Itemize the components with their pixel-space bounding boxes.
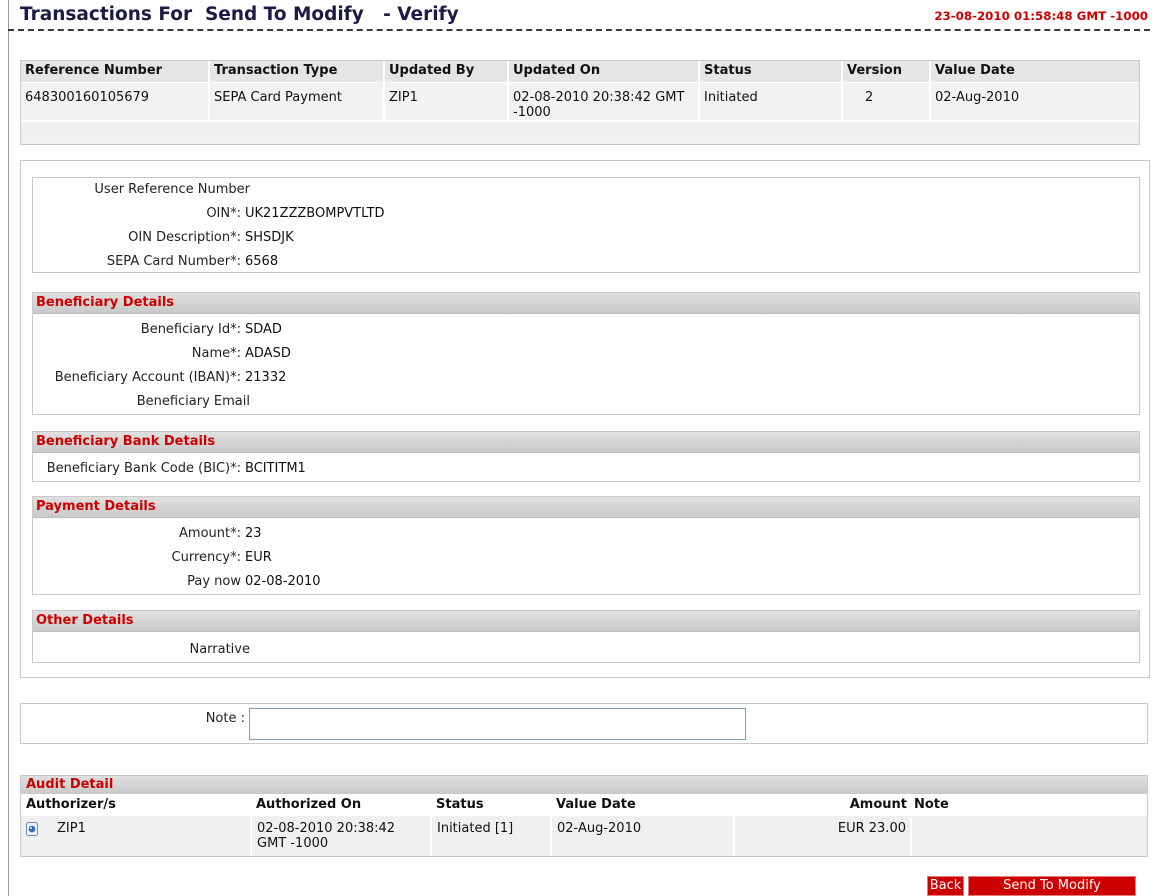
section-title: Other Details xyxy=(33,611,1139,632)
note-cell xyxy=(911,816,1147,856)
column-header-version: Version xyxy=(842,61,931,83)
field-value: 02-08-2010 xyxy=(245,574,321,589)
updated-by-cell: ZIP1 xyxy=(384,82,509,121)
field-narrative: Narrative xyxy=(33,638,1139,662)
table-row: 648300160105679 SEPA Card Payment ZIP1 0… xyxy=(21,82,1139,121)
note-panel: Note : xyxy=(20,703,1148,744)
beneficiary-details-section: Beneficiary Details Beneficiary Id*: SDAD… xyxy=(32,292,1140,415)
column-header-value-date: Value Date xyxy=(551,794,734,816)
value-date-cell: 02-Aug-2010 xyxy=(551,816,735,856)
field-label: SEPA Card Number*: xyxy=(106,254,241,269)
table-row-empty xyxy=(21,119,1139,143)
field-beneficiary-account: Beneficiary Account (IBAN)*: 21332 xyxy=(33,366,1139,390)
table-header-row: Reference Number Transaction Type Update… xyxy=(21,61,1139,83)
field-name: Name*: ADASD xyxy=(33,342,1139,366)
field-label: User Reference Number xyxy=(94,182,250,197)
field-value: SDAD xyxy=(245,322,282,337)
field-label: Pay now xyxy=(187,574,241,589)
field-value: SHSDJK xyxy=(245,230,294,245)
note-label: Note : xyxy=(205,711,245,726)
field-value: ADASD xyxy=(245,346,291,361)
page-title: Transactions For Send To Modify - Verify xyxy=(20,4,459,25)
section-body: Narrative xyxy=(33,632,1139,662)
field-sepa-card-number: SEPA Card Number*: 6568 xyxy=(33,250,1139,274)
section-body: Amount*: 23 Currency*: EUR Pay now 02-08-20… xyxy=(33,518,1139,594)
field-currency: Currency*: EUR xyxy=(33,546,1139,570)
transaction-summary: Reference Number Transaction Type Update… xyxy=(20,60,1140,145)
audit-detail-panel: Audit Detail Authorizer/s Authorized On … xyxy=(20,775,1148,857)
field-beneficiary-bank-code: Beneficiary Bank Code (BIC)*: BCITITM1 xyxy=(33,457,1139,481)
table-row: ZIP1 02-08-2010 20:38:42 GMT -1000 Initi… xyxy=(21,816,1147,856)
document-view-icon[interactable] xyxy=(26,822,38,836)
field-oin: OIN*: UK21ZZZBOMPVTLTD xyxy=(33,202,1139,226)
authorized-on-cell: 02-08-2010 20:38:42 GMT -1000 xyxy=(251,816,432,856)
field-label: OIN*: xyxy=(206,206,241,221)
column-header-transaction-type: Transaction Type xyxy=(209,61,385,83)
section-title: Payment Details xyxy=(33,497,1139,518)
authorizer-name: ZIP1 xyxy=(57,821,86,836)
field-label: OIN Description*: xyxy=(128,230,241,245)
column-header-value-date: Value Date xyxy=(930,61,1139,83)
general-details: User Reference Number OIN*: UK21ZZZBOMPVT… xyxy=(32,177,1140,273)
payment-details-section: Payment Details Amount*: 23 Currency*: EUR… xyxy=(32,496,1140,595)
field-label: Beneficiary Email xyxy=(136,394,250,409)
transaction-summary-table: Reference Number Transaction Type Update… xyxy=(21,61,1139,143)
field-label: Beneficiary Account (IBAN)*: xyxy=(54,370,241,385)
audit-detail-title: Audit Detail xyxy=(21,776,1147,794)
column-header-updated-by: Updated By xyxy=(384,61,509,83)
section-body: Beneficiary Bank Code (BIC)*: BCITITM1 xyxy=(33,453,1139,481)
column-header-reference-number: Reference Number xyxy=(21,61,210,83)
field-label: Amount*: xyxy=(179,526,241,541)
version-cell: 2 xyxy=(842,82,931,121)
section-title: Beneficiary Details xyxy=(33,293,1139,314)
field-label: Beneficiary Bank Code (BIC)*: xyxy=(46,461,241,476)
status-cell: Initiated [1] xyxy=(431,816,552,856)
updated-on-cell: 02-08-2010 20:38:42 GMT -1000 xyxy=(508,82,700,121)
field-value: EUR xyxy=(245,550,272,565)
field-value: 6568 xyxy=(245,254,279,269)
title-divider xyxy=(8,29,1150,31)
column-header-updated-on: Updated On xyxy=(508,61,700,83)
empty-cell xyxy=(21,119,1139,143)
field-beneficiary-email: Beneficiary Email xyxy=(33,390,1139,414)
value-date-cell: 02-Aug-2010 xyxy=(930,82,1139,121)
column-header-status: Status xyxy=(431,794,551,816)
field-label: Name*: xyxy=(191,346,241,361)
field-label: Narrative xyxy=(189,642,250,657)
other-details-section: Other Details Narrative xyxy=(32,610,1140,663)
note-input[interactable] xyxy=(249,708,746,740)
column-header-authorizer: Authorizer/s xyxy=(21,794,251,816)
field-label: Beneficiary Id*: xyxy=(140,322,241,337)
amount-cell: EUR 23.00 xyxy=(734,816,912,856)
field-value: 21332 xyxy=(245,370,287,385)
page: Transactions For Send To Modify - Verify… xyxy=(0,0,1156,896)
column-header-note: Note xyxy=(911,794,1147,816)
beneficiary-bank-details-section: Beneficiary Bank Details Beneficiary Ban… xyxy=(32,431,1140,482)
authorizer-cell: ZIP1 xyxy=(21,816,252,856)
section-title: Beneficiary Bank Details xyxy=(33,432,1139,453)
back-button[interactable]: Back xyxy=(927,876,964,896)
field-amount: Amount*: 23 xyxy=(33,522,1139,546)
column-header-authorized-on: Authorized On xyxy=(251,794,431,816)
field-beneficiary-id: Beneficiary Id*: SDAD xyxy=(33,318,1139,342)
reference-number-cell: 648300160105679 xyxy=(21,82,210,121)
page-frame-left xyxy=(8,0,9,896)
status-cell: Initiated xyxy=(699,82,843,121)
field-label: Currency*: xyxy=(171,550,241,565)
field-pay-now: Pay now 02-08-2010 xyxy=(33,570,1139,594)
field-oin-description: OIN Description*: SHSDJK xyxy=(33,226,1139,250)
transaction-details: User Reference Number OIN*: UK21ZZZBOMPVT… xyxy=(20,160,1150,678)
server-timestamp: 23-08-2010 01:58:48 GMT -1000 xyxy=(934,9,1148,23)
field-user-reference-number: User Reference Number xyxy=(33,178,1139,202)
field-value: UK21ZZZBOMPVTLTD xyxy=(245,206,385,221)
field-value: 23 xyxy=(245,526,262,541)
table-header-row: Authorizer/s Authorized On Status Value … xyxy=(21,794,1147,816)
column-header-amount: Amount xyxy=(734,794,911,816)
column-header-status: Status xyxy=(699,61,843,83)
section-body: Beneficiary Id*: SDAD Name*: ADASD Benefic… xyxy=(33,314,1139,414)
transaction-type-cell: SEPA Card Payment xyxy=(209,82,385,121)
field-value: BCITITM1 xyxy=(245,461,306,476)
audit-table: Authorizer/s Authorized On Status Value … xyxy=(21,794,1147,856)
send-to-modify-button[interactable]: Send To Modify xyxy=(968,876,1136,896)
